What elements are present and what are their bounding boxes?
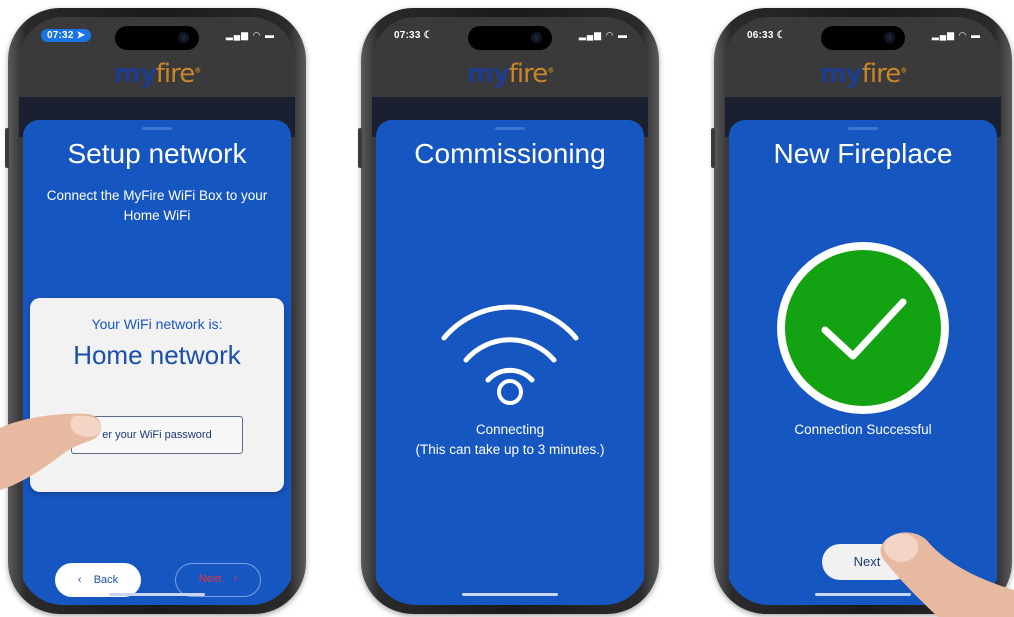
system-icons: ▂▄▆ ◠ ▬ (226, 30, 275, 41)
screen: 07:32 ➤ ▂▄▆ ◠ ▬ myfire® Setup network Co… (19, 17, 295, 605)
network-name: Home network (73, 340, 241, 370)
home-indicator (462, 593, 558, 596)
wifi-status-icon: ◠ (958, 30, 968, 40)
page-title: Setup network (67, 138, 247, 169)
phone-setup-network: 07:32 ➤ ▂▄▆ ◠ ▬ myfire® Setup network Co… (5, 8, 306, 614)
status-time: 07:32 (47, 30, 74, 41)
status-bar: 07:33 ☾ ▂▄▆ ◠ ▬ (372, 17, 648, 53)
screen: 07:33 ☾ ▂▄▆ ◠ ▬ myfire® Commissioning Co… (372, 17, 648, 605)
system-icons: ▂▄▆ ◠ ▬ (932, 30, 981, 41)
back-button[interactable]: ‹ Back (55, 563, 141, 597)
screen: 06:33 ☾ ▂▄▆ ◠ ▬ myfire® New Fireplace Co… (725, 17, 1001, 605)
wifi-status-icon: ◠ (605, 30, 615, 40)
checkmark-icon (777, 242, 949, 414)
finger-image (0, 413, 102, 490)
battery-icon: ▬ (265, 30, 275, 40)
sheet-grabber[interactable] (495, 127, 525, 130)
modal-sheet: Commissioning Connecting (This can take … (376, 120, 644, 605)
network-label: Your WiFi network is: (91, 316, 223, 332)
dynamic-island (115, 26, 199, 50)
connecting-text: Connecting (475, 422, 545, 437)
modal-sheet: Setup network Connect the MyFire WiFi Bo… (23, 120, 291, 605)
signal-icon: ▂▄▆ (931, 30, 956, 40)
status-time: 06:33 (747, 30, 774, 41)
success-caption: Connection Successful (794, 422, 932, 437)
chevron-left-icon: ‹ (77, 574, 82, 586)
finger-image (880, 532, 1014, 617)
dynamic-island (821, 26, 905, 50)
battery-icon: ▬ (971, 30, 981, 40)
status-bar: 06:33 ☾ ▂▄▆ ◠ ▬ (725, 17, 1001, 53)
next-button[interactable]: Next › (175, 563, 261, 597)
dynamic-island (468, 26, 552, 50)
phone-commissioning: 07:33 ☾ ▂▄▆ ◠ ▬ myfire® Commissioning Co… (358, 8, 659, 614)
page-title: New Fireplace (773, 138, 953, 169)
wifi-status-icon: ◠ (252, 30, 262, 40)
chevron-right-icon: › (233, 573, 238, 585)
system-icons: ▂▄▆ ◠ ▬ (579, 30, 628, 41)
status-time: 07:33 (394, 30, 421, 41)
app-logo: myfire® (466, 59, 555, 89)
status-time-pill: 07:32 ➤ (41, 29, 92, 42)
location-arrow-icon: ➤ (76, 30, 86, 41)
battery-icon: ▬ (618, 30, 628, 40)
page-subtitle: Connect the MyFire WiFi Box to your Home… (46, 188, 268, 223)
moon-icon: ☾ (776, 30, 786, 41)
duration-note: (This can take up to 3 minutes.) (415, 442, 605, 457)
signal-icon: ▂▄▆ (225, 30, 250, 40)
status-bar: 07:32 ➤ ▂▄▆ ◠ ▬ (19, 17, 295, 53)
page-title: Commissioning (414, 138, 606, 169)
signal-icon: ▂▄▆ (578, 30, 603, 40)
app-logo: myfire® (113, 59, 202, 89)
app-logo: myfire® (819, 59, 908, 89)
home-indicator (109, 593, 205, 596)
phone-new-fireplace: 06:33 ☾ ▂▄▆ ◠ ▬ myfire® New Fireplace Co… (711, 8, 1012, 614)
sheet-grabber[interactable] (848, 127, 878, 130)
sheet-grabber[interactable] (142, 127, 172, 130)
wifi-icon (441, 304, 579, 405)
status-caption: Connecting (This can take up to 3 minute… (376, 420, 644, 460)
moon-icon: ☾ (423, 30, 433, 41)
